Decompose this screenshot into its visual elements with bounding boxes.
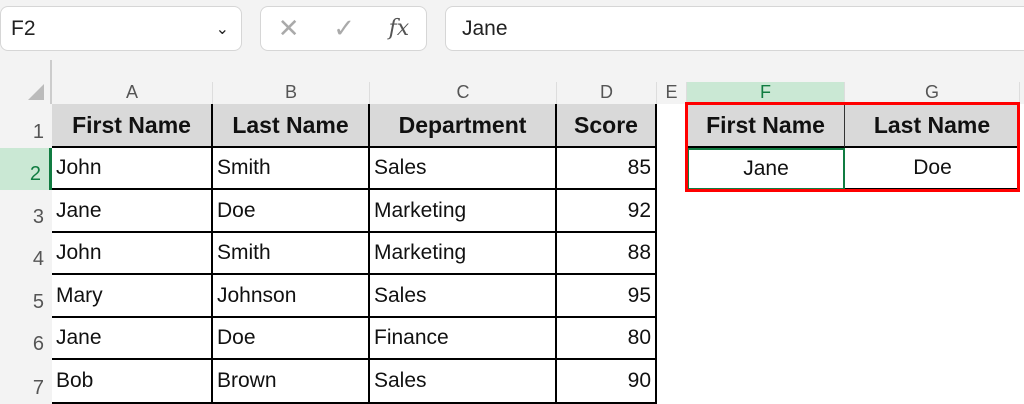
highlight-box <box>685 102 1020 192</box>
table-cell[interactable]: 88 <box>557 233 657 275</box>
table-cell[interactable]: 80 <box>557 318 657 360</box>
row-header-5[interactable]: 5 <box>0 275 52 318</box>
column-header-G[interactable]: G <box>845 82 1020 104</box>
table-cell[interactable]: Bob <box>52 360 213 404</box>
enter-icon[interactable]: ✓ <box>333 13 355 44</box>
table-cell[interactable]: Sales <box>370 360 557 404</box>
table-cell[interactable]: Mary <box>52 275 213 318</box>
table-cell[interactable]: 85 <box>557 148 657 190</box>
table-cell[interactable]: Marketing <box>370 233 557 275</box>
row-header-4[interactable]: 4 <box>0 233 52 275</box>
table-header-cell[interactable]: First Name <box>52 104 213 148</box>
column-header-B[interactable]: B <box>213 82 370 104</box>
table-cell[interactable]: John <box>52 233 213 275</box>
table-cell[interactable]: Doe <box>213 318 370 360</box>
row-header-3[interactable]: 3 <box>0 190 52 233</box>
select-all-corner[interactable] <box>0 60 52 104</box>
row-header-6[interactable]: 6 <box>0 318 52 360</box>
table-header-cell[interactable]: Score <box>557 104 657 148</box>
table-cell[interactable]: Brown <box>213 360 370 404</box>
table-cell[interactable]: Jane <box>52 318 213 360</box>
table-cell[interactable]: Marketing <box>370 190 557 233</box>
column-header-E[interactable]: E <box>657 82 687 104</box>
cancel-icon[interactable]: ✕ <box>278 13 300 44</box>
column-header-F[interactable]: F <box>687 82 845 104</box>
table-header-cell[interactable]: Last Name <box>213 104 370 148</box>
table-cell[interactable]: 92 <box>557 190 657 233</box>
column-header-A[interactable]: A <box>52 82 213 104</box>
column-header-C[interactable]: C <box>370 82 557 104</box>
table-cell[interactable]: Smith <box>213 148 370 190</box>
row-header-2[interactable]: 2 <box>0 148 52 190</box>
table-cell[interactable]: Jane <box>52 190 213 233</box>
formula-buttons: ✕ ✓ fx <box>260 6 427 51</box>
table-cell[interactable]: 95 <box>557 275 657 318</box>
insert-function-icon[interactable]: fx <box>389 16 410 41</box>
table-cell[interactable]: Sales <box>370 148 557 190</box>
table-header-cell[interactable]: Department <box>370 104 557 148</box>
table-cell[interactable]: Johnson <box>213 275 370 318</box>
name-box-value: F2 <box>11 16 36 40</box>
formula-input[interactable]: Jane <box>445 6 1024 51</box>
column-header-D[interactable]: D <box>557 82 657 104</box>
table-cell[interactable]: Smith <box>213 233 370 275</box>
chevron-down-icon[interactable]: ⌄ <box>216 19 229 39</box>
table-cell[interactable]: Doe <box>213 190 370 233</box>
table-cell[interactable]: Finance <box>370 318 557 360</box>
name-box[interactable]: F2 ⌄ <box>0 6 242 51</box>
row-header-7[interactable]: 7 <box>0 360 52 404</box>
table-cell[interactable]: Sales <box>370 275 557 318</box>
table-cell[interactable]: 90 <box>557 360 657 404</box>
row-header-1[interactable]: 1 <box>0 104 52 148</box>
formula-content: Jane <box>462 16 508 40</box>
table-cell[interactable]: John <box>52 148 213 190</box>
